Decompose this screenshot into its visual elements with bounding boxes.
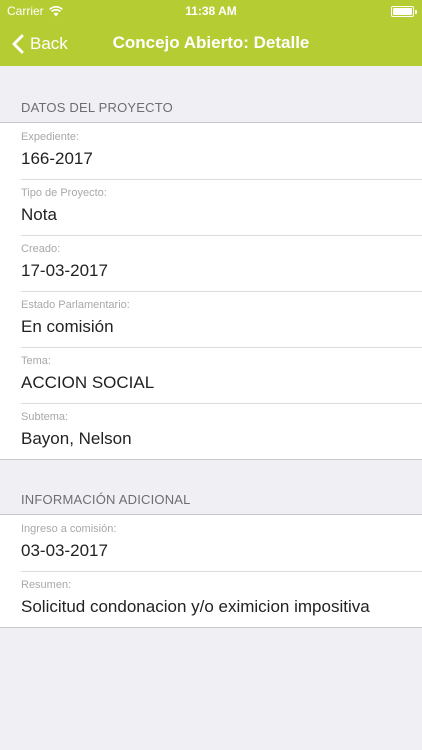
detail-label: Ingreso a comisión: xyxy=(21,523,117,535)
detail-label: Tema: xyxy=(21,355,51,367)
status-bar: Carrier 11:38 AM xyxy=(0,0,422,22)
detail-label: Expediente: xyxy=(21,131,80,143)
detail-value: 03-03-2017 xyxy=(21,541,108,560)
battery-icon xyxy=(391,6,417,17)
battery-level xyxy=(393,8,412,15)
detail-value: ACCION SOCIAL xyxy=(21,373,155,392)
detail-value: Solicitud condonacion y/o eximicion impo… xyxy=(21,597,370,616)
detail-value: Nota xyxy=(21,205,57,224)
detail-value: Bayon, Nelson xyxy=(21,429,132,448)
detail-value: 166-2017 xyxy=(21,149,93,168)
details-group-adicional: Ingreso a comisión: 03-03-2017 Resumen: … xyxy=(0,514,422,628)
detail-row-subtema: Subtema: Bayon, Nelson xyxy=(0,403,422,459)
navigation-bar: Carrier 11:38 AM Back Concejo Abierto: D… xyxy=(0,0,422,66)
section-header-datos-proyecto: DATOS DEL PROYECTO xyxy=(21,100,173,115)
details-group-proyecto: Expediente: 166-2017 Tipo de Proyecto: N… xyxy=(0,122,422,460)
detail-row-estado-parlamentario: Estado Parlamentario: En comisión xyxy=(0,291,422,347)
detail-row-tipo-proyecto: Tipo de Proyecto: Nota xyxy=(0,179,422,235)
page-title: Concejo Abierto: Detalle xyxy=(112,33,310,52)
detail-row-tema: Tema: ACCION SOCIAL xyxy=(0,347,422,403)
detail-label: Subtema: xyxy=(21,411,69,423)
section-header-informacion-adicional: INFORMACIÓN ADICIONAL xyxy=(21,492,191,507)
status-time: 11:38 AM xyxy=(185,4,237,18)
detail-label: Resumen: xyxy=(21,579,72,591)
detail-label: Creado: xyxy=(21,243,61,255)
detail-row-ingreso-comision: Ingreso a comisión: 03-03-2017 xyxy=(0,515,422,571)
detail-row-creado: Creado: 17-03-2017 xyxy=(0,235,422,291)
detail-label: Tipo de Proyecto: xyxy=(21,187,107,199)
detail-row-resumen: Resumen: Solicitud condonacion y/o eximi… xyxy=(0,571,422,627)
detail-value: En comisión xyxy=(21,317,114,336)
detail-row-expediente: Expediente: 166-2017 xyxy=(0,123,422,179)
detail-value: 17-03-2017 xyxy=(21,261,108,280)
detail-label: Estado Parlamentario: xyxy=(21,299,130,311)
